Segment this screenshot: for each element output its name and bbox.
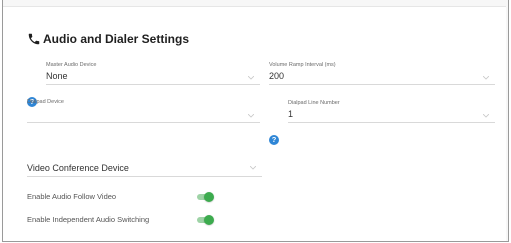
dialpad-line-number-underline [288, 122, 495, 123]
volume-ramp-interval-label: Volume Ramp Interval (ms) [269, 62, 336, 68]
independent-audio-switching-toggle[interactable] [196, 214, 214, 226]
chevron-down-icon [250, 166, 256, 170]
dialpad-line-number-value: 1 [288, 109, 294, 119]
master-audio-device-underline [46, 84, 260, 85]
phone-icon [28, 33, 40, 45]
audio-follow-video-label: Enable Audio Follow Video [27, 192, 117, 201]
settings-card: Audio and Dialer Settings ? Master Audio… [3, 6, 506, 241]
video-conference-device-select[interactable]: Video Conference Device [27, 159, 262, 177]
toggle-row-audio-follow-video: Enable Audio Follow Video [27, 190, 227, 204]
volume-ramp-interval-select[interactable]: Volume Ramp Interval (ms) 200 [269, 62, 495, 85]
help-icon-dialpad-line[interactable]: ? [269, 135, 279, 145]
chevron-down-icon [248, 114, 254, 118]
volume-ramp-interval-value: 200 [269, 71, 285, 81]
chevron-down-icon [248, 76, 254, 80]
section-title: Audio and Dialer Settings [27, 32, 189, 46]
toggle-thumb [204, 192, 214, 202]
dialpad-device-label: Dialpad Device [27, 99, 64, 105]
section-title-text: Audio and Dialer Settings [43, 32, 190, 46]
video-conference-device-underline [27, 176, 262, 177]
dialpad-line-number-select[interactable]: Dialpad Line Number 1 [288, 100, 495, 123]
master-audio-device-select[interactable]: Master Audio Device None [46, 62, 260, 85]
toggle-thumb [204, 215, 214, 225]
video-conference-device-label: Video Conference Device [27, 163, 129, 173]
dialpad-device-select[interactable]: Dialpad Device [27, 99, 260, 123]
dialpad-device-underline [27, 122, 260, 123]
dialpad-line-number-label: Dialpad Line Number [288, 100, 340, 106]
independent-audio-switching-label: Enable Independent Audio Switching [27, 215, 150, 224]
audio-follow-video-toggle[interactable] [196, 191, 214, 203]
chevron-down-icon [483, 76, 489, 80]
chevron-down-icon [483, 114, 489, 118]
toggle-row-independent-audio-switching: Enable Independent Audio Switching [27, 213, 227, 227]
master-audio-device-label: Master Audio Device [46, 62, 97, 68]
volume-ramp-interval-underline [269, 84, 495, 85]
master-audio-device-value: None [46, 71, 68, 81]
